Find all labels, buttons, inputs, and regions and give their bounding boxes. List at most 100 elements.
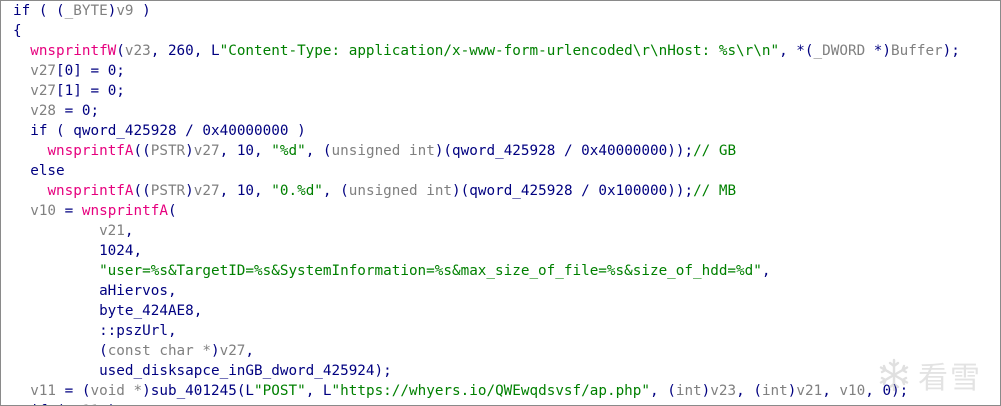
code-token: void * <box>90 383 143 399</box>
code-line[interactable]: if ( qword_425928 / 0x40000000 ) <box>13 121 960 141</box>
code-token: = ( <box>56 383 91 399</box>
code-token: ) <box>133 3 151 19</box>
code-token: v27 <box>219 343 246 359</box>
code-token: wnsprintfA <box>47 143 134 159</box>
code-line[interactable]: v28 = 0; <box>13 101 960 121</box>
code-line[interactable]: "user=%s&TargetID=%s&SystemInformation=%… <box>13 261 960 281</box>
snowflake-icon <box>876 357 912 393</box>
code-line[interactable]: 1024, <box>13 241 960 261</box>
code-token: int <box>761 383 788 399</box>
code-token: "https://whyers.io/QWEwqdsvsf/ap.php" <box>331 383 651 399</box>
code-token: )( <box>434 143 453 159</box>
code-line[interactable]: if ( (_BYTE)v9 ) <box>13 1 960 21</box>
code-line[interactable]: v10 = wnsprintfA( <box>13 201 960 221</box>
code-token: ) <box>185 183 194 199</box>
code-token: (L <box>236 383 255 399</box>
code-token: :: <box>13 323 117 339</box>
code-line[interactable]: (const char *)v27, <box>13 341 960 361</box>
code-token: , 10, <box>219 143 272 159</box>
code-token: "%d" <box>271 143 306 159</box>
code-token: ( <box>167 203 177 219</box>
code-token: wnsprintfW <box>30 43 117 59</box>
code-token: , ( <box>322 183 349 199</box>
code-token: int <box>675 383 702 399</box>
code-token: PSTR <box>150 143 186 159</box>
code-line[interactable]: wnsprintfW(v23, 260, L"Content-Type: app… <box>13 41 960 61</box>
pseudocode-panel: if ( (_BYTE)v9 ){ wnsprintfW(v23, 260, L… <box>0 0 1001 406</box>
code-token: , 260, L <box>150 43 220 59</box>
code-token: v10 <box>30 203 57 219</box>
code-listing[interactable]: if ( (_BYTE)v9 ){ wnsprintfW(v23, 260, L… <box>13 1 960 405</box>
code-token: v21 <box>99 223 125 239</box>
code-line[interactable]: byte_424AE8, <box>13 301 960 321</box>
code-token: ) <box>185 143 194 159</box>
code-token: v23 <box>710 383 737 399</box>
code-token: / 0x40000000 ) <box>176 123 306 139</box>
code-token: PSTR <box>150 183 186 199</box>
code-token: // GB <box>693 143 737 159</box>
code-token: "user=%s&TargetID=%s&SystemInformation=%… <box>99 263 762 279</box>
code-line[interactable]: v21, <box>13 221 960 241</box>
code-token: , <box>167 283 177 299</box>
code-line[interactable]: wnsprintfA((PSTR)v27, 10, "0.%d", (unsig… <box>13 181 960 201</box>
code-token: v27 <box>193 183 220 199</box>
code-token: (( <box>133 143 151 159</box>
code-token: v27 <box>30 63 57 79</box>
code-token: v27 <box>193 143 220 159</box>
code-line[interactable]: v27[0] = 0; <box>13 61 960 81</box>
code-token: , <box>193 303 203 319</box>
code-line[interactable]: { <box>13 21 960 41</box>
code-token: [1] = 0; <box>56 83 125 99</box>
code-line[interactable]: aHiervos, <box>13 281 960 301</box>
code-token: // MB <box>693 183 737 199</box>
code-token: , <box>761 263 771 279</box>
code-token: ) <box>701 383 711 399</box>
code-line[interactable]: if ( v11 ) <box>13 401 960 405</box>
code-line[interactable]: v27[1] = 0; <box>13 81 960 101</box>
code-line[interactable]: else <box>13 161 960 181</box>
code-token: else <box>13 163 65 179</box>
code-token: used_disksapce_inGB_dword_425924 <box>99 363 375 379</box>
code-token: "0.%d" <box>271 183 323 199</box>
code-token: ); <box>942 43 960 59</box>
code-token: _DWORD <box>813 43 866 59</box>
code-token: = 0; <box>56 103 100 119</box>
code-token: wnsprintfA <box>81 203 168 219</box>
code-token: [0] = 0; <box>56 63 125 79</box>
code-token: , L <box>305 383 332 399</box>
code-line[interactable]: used_disksapce_inGB_dword_425924); <box>13 361 960 381</box>
code-token: 1024, <box>13 243 143 259</box>
code-token: *) <box>865 43 892 59</box>
code-token: v10 <box>839 383 866 399</box>
code-token: "Content-Type: application/x-www-form-ur… <box>219 43 780 59</box>
code-token: , <box>167 323 177 339</box>
watermark-text: 看雪 <box>918 361 982 396</box>
code-token: aHiervos <box>99 283 168 299</box>
code-token: ( <box>13 343 108 359</box>
code-token: ); <box>374 363 392 379</box>
code-line[interactable]: ::pszUrl, <box>13 321 960 341</box>
code-token: = <box>56 203 82 219</box>
code-token: Buffer <box>891 43 943 59</box>
code-token: , ( <box>736 383 762 399</box>
code-line[interactable]: v11 = (void *)sub_401245(L"POST", L"http… <box>13 381 960 401</box>
code-token: const char * <box>107 343 211 359</box>
code-token: qword_425928 <box>469 183 573 199</box>
code-token: / 0x100000)); <box>572 183 694 199</box>
code-token: pszUrl <box>116 323 168 339</box>
code-token: if ( ( <box>13 3 65 19</box>
code-line[interactable]: wnsprintfA((PSTR)v27, 10, "%d", (unsigne… <box>13 141 960 161</box>
code-token: if ( <box>13 123 74 139</box>
code-token: (( <box>133 183 151 199</box>
code-token: v28 <box>30 103 57 119</box>
code-token: / 0x40000000)); <box>555 143 694 159</box>
code-token: , <box>124 223 134 239</box>
